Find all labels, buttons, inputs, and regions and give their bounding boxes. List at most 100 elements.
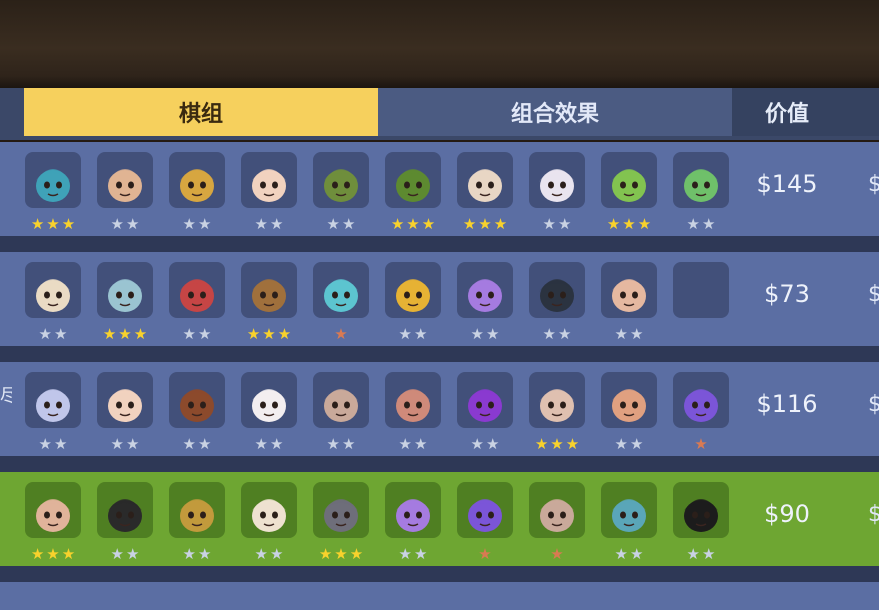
shield-robot-hero-icon[interactable]: [529, 262, 585, 318]
star-icon: ★: [534, 435, 549, 453]
white-hair-girl-hero-icon[interactable]: [241, 152, 297, 208]
star-icon: ★: [182, 435, 196, 453]
star-rating: ★ ★: [239, 436, 299, 452]
star-icon: ★: [126, 215, 140, 233]
purple-horned-hero-icon[interactable]: [457, 372, 513, 428]
lineup-price: $90: [764, 500, 810, 528]
star-icon: ★: [126, 545, 140, 563]
purple-hair-hero-icon[interactable]: [385, 482, 441, 538]
star-icon: ★: [46, 545, 60, 563]
star-icon: ★: [421, 215, 436, 233]
shadow-hood-hero-icon[interactable]: [673, 482, 729, 538]
star-icon: ★: [254, 545, 268, 563]
crimson-mask-hero-icon[interactable]: [169, 262, 225, 318]
golden-hood-hero-icon[interactable]: [169, 152, 225, 208]
star-icon: ★: [542, 325, 556, 343]
star-rating: ★ ★: [23, 436, 83, 452]
star-rating: ★ ★ ★: [239, 326, 299, 342]
pale-ghost-hero-icon[interactable]: [25, 372, 81, 428]
star-icon: ★: [478, 545, 492, 563]
star-icon: ★: [102, 325, 117, 343]
twin-spirits-hero-icon[interactable]: [313, 262, 369, 318]
star-icon: ★: [462, 215, 477, 233]
lineup-row[interactable]: ★ ★ ★ ★ ★ ★ ★ ★ ★ ★ ★ ★ ★ ★ ★ ★ ★ ★ ★ ★ …: [0, 472, 879, 566]
mech-goggle-hero-icon[interactable]: [25, 152, 81, 208]
purple-knight-hero-icon[interactable]: [457, 482, 513, 538]
star-rating: ★ ★: [527, 326, 587, 342]
lineup-row-partial[interactable]: [0, 582, 879, 610]
lineup-row[interactable]: ★ ★ ★ ★ ★ ★ ★ ★ ★ ★ ★ ★ ★ ★ ★ ★ ★ ★ ★ $7…: [0, 252, 879, 346]
star-rating: ★ ★: [383, 436, 443, 452]
star-rating: ★ ★: [95, 436, 155, 452]
pilot-goggles-hero-icon[interactable]: [601, 372, 657, 428]
purple-knight-hero-icon[interactable]: [673, 372, 729, 428]
star-rating: ★ ★: [167, 326, 227, 342]
golden-hood-girl-hero-icon[interactable]: [169, 482, 225, 538]
star-rating: ★ ★: [167, 216, 227, 232]
dark-hair-hero-icon[interactable]: [97, 482, 153, 538]
star-icon: ★: [486, 325, 500, 343]
star-icon: ★: [470, 325, 484, 343]
star-rating: ★ ★: [23, 326, 83, 342]
next-column-fragment: $: [868, 502, 879, 527]
star-icon: ★: [46, 215, 60, 233]
star-rating: ★ ★: [455, 436, 515, 452]
white-beard-elder-hero-icon[interactable]: [457, 152, 513, 208]
star-rating: ★ ★: [239, 216, 299, 232]
panda-girl-hero-icon[interactable]: [241, 372, 297, 428]
brawler-hero-icon[interactable]: [601, 262, 657, 318]
row-divider: [0, 456, 879, 472]
column-header-edge: [842, 88, 879, 136]
goggle-dwarf-hero-icon[interactable]: [25, 482, 81, 538]
bandaged-brute-hero-icon[interactable]: [529, 372, 585, 428]
armored-beast-hero-icon[interactable]: [97, 262, 153, 318]
next-column-fragment: $: [868, 172, 879, 197]
red-cap-goblin-hero-icon[interactable]: [601, 152, 657, 208]
lineup-price: $145: [756, 170, 818, 198]
lineup-row[interactable]: ★ ★ ★ ★ ★ ★ ★ ★ ★ ★ ★ ★ ★ ★ ★ ★ ★ ★ ★ ★ …: [0, 362, 879, 456]
stone-golem-hero-icon[interactable]: [313, 372, 369, 428]
star-rating: ★ ★ ★: [455, 216, 515, 232]
skull-mask-hero-icon[interactable]: [385, 372, 441, 428]
star-icon: ★: [349, 545, 364, 563]
star-icon: ★: [558, 325, 572, 343]
star-icon: ★: [110, 215, 124, 233]
horned-viking-hero-icon[interactable]: [601, 482, 657, 538]
golden-helm-hero-icon[interactable]: [385, 262, 441, 318]
empty-slot-icon[interactable]: [673, 262, 729, 318]
hooded-elf-hero-icon[interactable]: [313, 482, 369, 538]
white-turban-hero-icon[interactable]: [97, 152, 153, 208]
green-goblin-hero-icon[interactable]: [313, 152, 369, 208]
white-hair-girl-hero-icon[interactable]: [97, 372, 153, 428]
bandana-goblin-hero-icon[interactable]: [673, 152, 729, 208]
star-rating: ★ ★: [671, 546, 731, 562]
star-icon: ★: [550, 435, 564, 453]
star-icon: ★: [630, 545, 644, 563]
star-rating: ★: [311, 326, 371, 342]
star-rating: ★ ★: [239, 546, 299, 562]
pirate-hero-icon[interactable]: [169, 372, 225, 428]
white-mask-hero-icon[interactable]: [529, 152, 585, 208]
stone-golem-hero-icon[interactable]: [529, 482, 585, 538]
wooden-totem-hero-icon[interactable]: [241, 262, 297, 318]
purple-hair-hero-icon[interactable]: [457, 262, 513, 318]
tab-bar: 棋组 组合效果 价值: [0, 88, 879, 140]
star-icon: ★: [694, 435, 708, 453]
tab-synergy[interactable]: 组合效果: [378, 88, 732, 136]
next-column-fragment: $: [868, 392, 879, 417]
star-rating: ★: [527, 546, 587, 562]
star-icon: ★: [614, 545, 628, 563]
star-icon: ★: [198, 325, 212, 343]
star-icon: ★: [254, 435, 268, 453]
lineup-row[interactable]: ★ ★ ★ ★ ★ ★ ★ ★ ★ ★ ★ ★ ★ ★ ★ ★ ★ ★ ★ ★ …: [0, 142, 879, 236]
star-icon: ★: [126, 435, 140, 453]
bearded-sage-hero-icon[interactable]: [25, 262, 81, 318]
star-rating: ★ ★: [599, 546, 659, 562]
star-icon: ★: [118, 325, 132, 343]
star-icon: ★: [110, 435, 124, 453]
pale-mask-hero-icon[interactable]: [241, 482, 297, 538]
star-rating: ★ ★: [671, 216, 731, 232]
star-icon: ★: [182, 325, 196, 343]
tab-lineup[interactable]: 棋组: [24, 88, 378, 136]
orc-warrior-hero-icon[interactable]: [385, 152, 441, 208]
